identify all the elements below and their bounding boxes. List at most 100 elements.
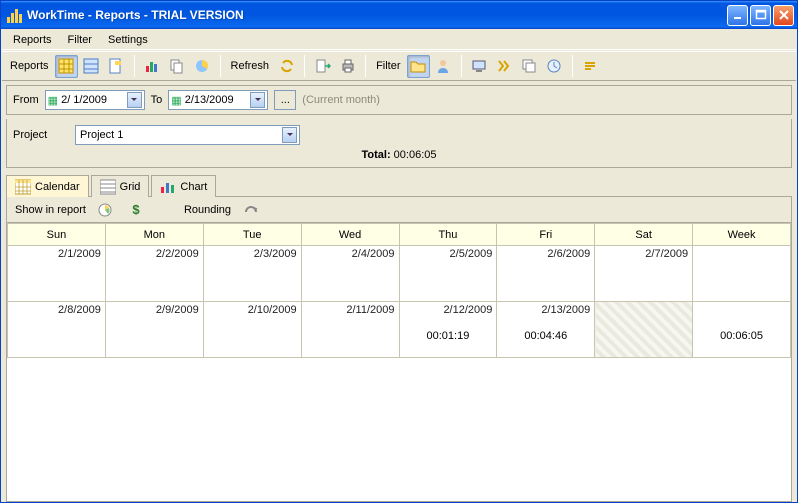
calendar-mini-icon: ▦ — [171, 94, 181, 107]
tab-chart[interactable]: Chart — [151, 175, 216, 197]
refresh-label[interactable]: Refresh — [227, 60, 274, 72]
calendar-cell[interactable]: 2/12/200900:01:19 — [399, 302, 497, 358]
dollar-icon: $ — [128, 202, 144, 218]
calendar-cell-date: 2/12/2009 — [404, 304, 493, 316]
from-date-input[interactable]: ▦ 2/ 1/2009 — [45, 90, 145, 110]
from-date-dropdown[interactable] — [127, 92, 142, 108]
clock-color-icon — [97, 202, 113, 218]
calendar-cell-value: 00:04:46 — [497, 330, 594, 342]
filter-label[interactable]: Filter — [372, 60, 404, 72]
project-dropdown[interactable] — [282, 127, 297, 143]
calendar-cell-date: 2/2/2009 — [110, 248, 199, 260]
calendar-cell[interactable]: 2/6/2009 — [497, 246, 595, 302]
calendar-cell[interactable]: 2/7/2009 — [595, 246, 693, 302]
total-row: Total: 00:06:05 — [13, 145, 785, 163]
tab-calendar[interactable]: Calendar — [6, 175, 89, 197]
user-icon — [435, 58, 451, 74]
calendar-cell[interactable]: 2/8/2009 — [8, 302, 106, 358]
copy-button[interactable] — [166, 55, 189, 78]
toolbar-extra-button[interactable] — [579, 55, 602, 78]
show-in-report-label: Show in report — [15, 204, 86, 216]
calendar-cell[interactable]: 2/2/2009 — [105, 246, 203, 302]
titlebar: WorkTime - Reports - TRIAL VERSION — [1, 1, 797, 29]
total-value: 00:06:05 — [394, 149, 437, 161]
ellipsis-label: ... — [281, 94, 290, 106]
filter-project-button[interactable] — [407, 55, 430, 78]
calendar-cell[interactable]: 00:06:05 — [693, 302, 791, 358]
chart-bars-button[interactable] — [141, 55, 164, 78]
menu-reports[interactable]: Reports — [6, 32, 59, 48]
chart-bars-icon — [144, 58, 160, 74]
calendar-cell-date: 2/1/2009 — [12, 248, 101, 260]
chevrons-right-icon — [496, 58, 512, 74]
calendar-cell[interactable]: 2/1/2009 — [8, 246, 106, 302]
calendar-cell-date: 2/3/2009 — [208, 248, 297, 260]
project-panel: Project Project 1 Total: 00:06:05 — [6, 119, 792, 168]
computer-icon — [471, 58, 487, 74]
grid-blue-icon — [83, 58, 99, 74]
date-hint: (Current month) — [302, 94, 380, 106]
export-button[interactable] — [311, 55, 334, 78]
calendar-cell[interactable]: 2/13/200900:04:46 — [497, 302, 595, 358]
report-view-2-button[interactable] — [80, 55, 103, 78]
tab-grid[interactable]: Grid — [91, 175, 150, 197]
pie-icon — [194, 58, 210, 74]
calendar-table: SunMonTueWedThuFriSatWeek 2/1/20092/2/20… — [7, 223, 791, 358]
calendar-cell[interactable] — [595, 302, 693, 358]
window-title: WorkTime - Reports - TRIAL VERSION — [27, 8, 727, 22]
calendar-cell-date: 2/4/2009 — [306, 248, 395, 260]
calendar-header: Tue — [203, 224, 301, 246]
date-filter-panel: From ▦ 2/ 1/2009 To ▦ 2/13/2009 ... (Cur… — [6, 85, 792, 115]
calendar-cell[interactable]: 2/11/2009 — [301, 302, 399, 358]
filter-user-button[interactable] — [432, 55, 455, 78]
calendar-cell-date: 2/10/2009 — [208, 304, 297, 316]
calendar-cell[interactable] — [693, 246, 791, 302]
calendar-cell-date: 2/9/2009 — [110, 304, 199, 316]
date-browse-button[interactable]: ... — [274, 90, 296, 110]
filter-next-button[interactable] — [493, 55, 516, 78]
show-clock-button[interactable] — [94, 198, 117, 221]
tab-grid-label: Grid — [120, 181, 141, 193]
calendar-header: Wed — [301, 224, 399, 246]
to-date-input[interactable]: ▦ 2/13/2009 — [168, 90, 268, 110]
calendar-header: Sat — [595, 224, 693, 246]
calendar-cell[interactable]: 2/3/2009 — [203, 246, 301, 302]
calendar-header: Week — [693, 224, 791, 246]
calendar-tab-icon — [15, 180, 31, 194]
report-view-3-button[interactable] — [105, 55, 128, 78]
refresh-button[interactable] — [275, 55, 298, 78]
calendar-cell[interactable]: 2/10/2009 — [203, 302, 301, 358]
rounding-label: Rounding — [184, 204, 231, 216]
menu-settings[interactable]: Settings — [101, 32, 155, 48]
print-button[interactable] — [336, 55, 359, 78]
clock-icon — [546, 58, 562, 74]
print-icon — [340, 58, 356, 74]
to-date-dropdown[interactable] — [250, 92, 265, 108]
filter-copy-button[interactable] — [518, 55, 541, 78]
lines-icon — [582, 58, 598, 74]
chart-tab-icon — [160, 180, 176, 194]
filter-clock-button[interactable] — [543, 55, 566, 78]
pie-button[interactable] — [191, 55, 214, 78]
menubar: Reports Filter Settings — [2, 30, 796, 50]
tab-calendar-label: Calendar — [35, 181, 80, 193]
calendar-cell-date: 2/6/2009 — [501, 248, 590, 260]
close-button[interactable] — [773, 5, 794, 26]
show-money-button[interactable]: $ — [125, 198, 148, 221]
calendar-cell[interactable]: 2/4/2009 — [301, 246, 399, 302]
project-label: Project — [13, 129, 69, 141]
calendar-grid-wrap: SunMonTueWedThuFriSatWeek 2/1/20092/2/20… — [6, 222, 792, 502]
project-combo[interactable]: Project 1 — [75, 125, 300, 145]
minimize-button[interactable] — [727, 5, 748, 26]
rounding-icon — [243, 202, 259, 218]
calendar-cell[interactable]: 2/9/2009 — [105, 302, 203, 358]
rounding-button[interactable] — [239, 198, 262, 221]
calendar-header: Sun — [8, 224, 106, 246]
calendar-header: Fri — [497, 224, 595, 246]
maximize-button[interactable] — [750, 5, 771, 26]
calendar-cell[interactable]: 2/5/2009 — [399, 246, 497, 302]
to-date-value: 2/13/2009 — [182, 94, 237, 106]
menu-filter[interactable]: Filter — [61, 32, 99, 48]
filter-computer-button[interactable] — [468, 55, 491, 78]
report-view-1-button[interactable] — [55, 55, 78, 78]
